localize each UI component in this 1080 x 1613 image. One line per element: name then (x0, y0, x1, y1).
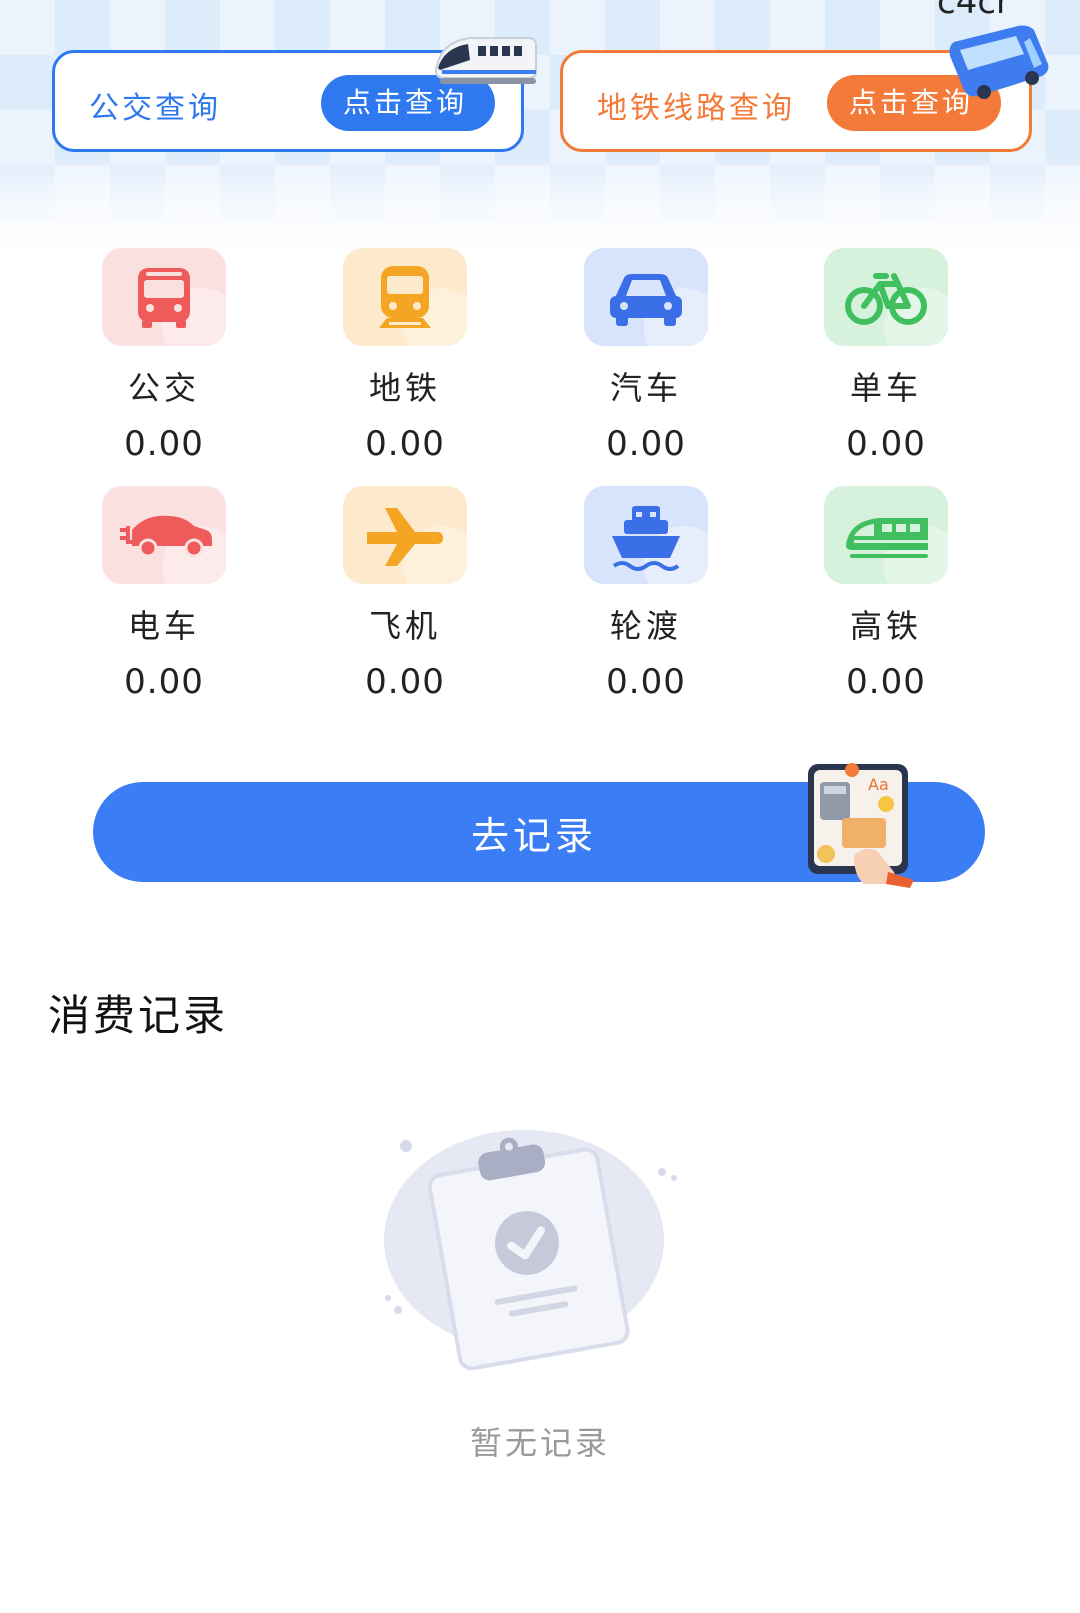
category-value: 0.00 (846, 424, 926, 464)
category-value: 0.00 (365, 424, 445, 464)
metro-icon (379, 266, 467, 346)
ferry-icon (612, 506, 708, 584)
bicycle-tile (824, 248, 948, 346)
category-value: 0.00 (124, 424, 204, 464)
category-value: 0.00 (846, 662, 926, 702)
category-high-speed-train[interactable]: 高铁 0.00 (786, 486, 986, 702)
category-value: 0.00 (606, 424, 686, 464)
electric-car-tile (102, 486, 226, 584)
bus-query-title: 公交查询 (89, 91, 221, 126)
bicycle-icon (845, 273, 948, 346)
category-label: 地铁 (368, 369, 441, 407)
empty-records-text: 暂无记录 (469, 1424, 610, 1462)
category-ferry[interactable]: 轮渡 0.00 (546, 486, 746, 702)
corner-text: c4cr (937, 0, 1010, 22)
svg-text:Aa: Aa (868, 775, 889, 794)
empty-clipboard-icon (384, 1130, 677, 1371)
airplane-icon (367, 508, 467, 584)
category-electric-car[interactable]: 电车 0.00 (64, 486, 264, 702)
category-label: 汽车 (609, 369, 682, 407)
bus-illustration-icon (949, 25, 1049, 99)
category-label: 单车 (849, 369, 922, 407)
high-speed-train-tile (824, 486, 948, 584)
high-speed-train-icon (846, 518, 948, 584)
category-label: 轮渡 (609, 607, 682, 645)
bus-icon (138, 268, 226, 346)
category-label: 飞机 (368, 607, 441, 645)
airplane-tile (343, 486, 467, 584)
electric-car-icon (120, 515, 226, 584)
category-label: 高铁 (849, 607, 922, 645)
category-metro[interactable]: 地铁 0.00 (305, 248, 505, 464)
train-illustration-icon (434, 37, 537, 84)
car-icon (610, 274, 708, 346)
consumption-records-title: 消费记录 (48, 991, 229, 1040)
category-label: 电车 (127, 607, 200, 645)
go-record-label: 去记录 (470, 813, 597, 858)
category-value: 0.00 (365, 662, 445, 702)
bus-tile (102, 248, 226, 346)
metro-tile (343, 248, 467, 346)
category-value: 0.00 (606, 662, 686, 702)
category-bus[interactable]: 公交 0.00 (64, 248, 264, 464)
category-value: 0.00 (124, 662, 204, 702)
metro-query-title: 地铁线路查询 (597, 91, 795, 126)
tablet-illustration-icon: Aa (808, 763, 914, 888)
ferry-tile (584, 486, 708, 584)
category-bicycle[interactable]: 单车 0.00 (786, 248, 986, 464)
category-label: 公交 (127, 369, 200, 407)
car-tile (584, 248, 708, 346)
category-airplane[interactable]: 飞机 0.00 (305, 486, 505, 702)
category-car[interactable]: 汽车 0.00 (546, 248, 746, 464)
